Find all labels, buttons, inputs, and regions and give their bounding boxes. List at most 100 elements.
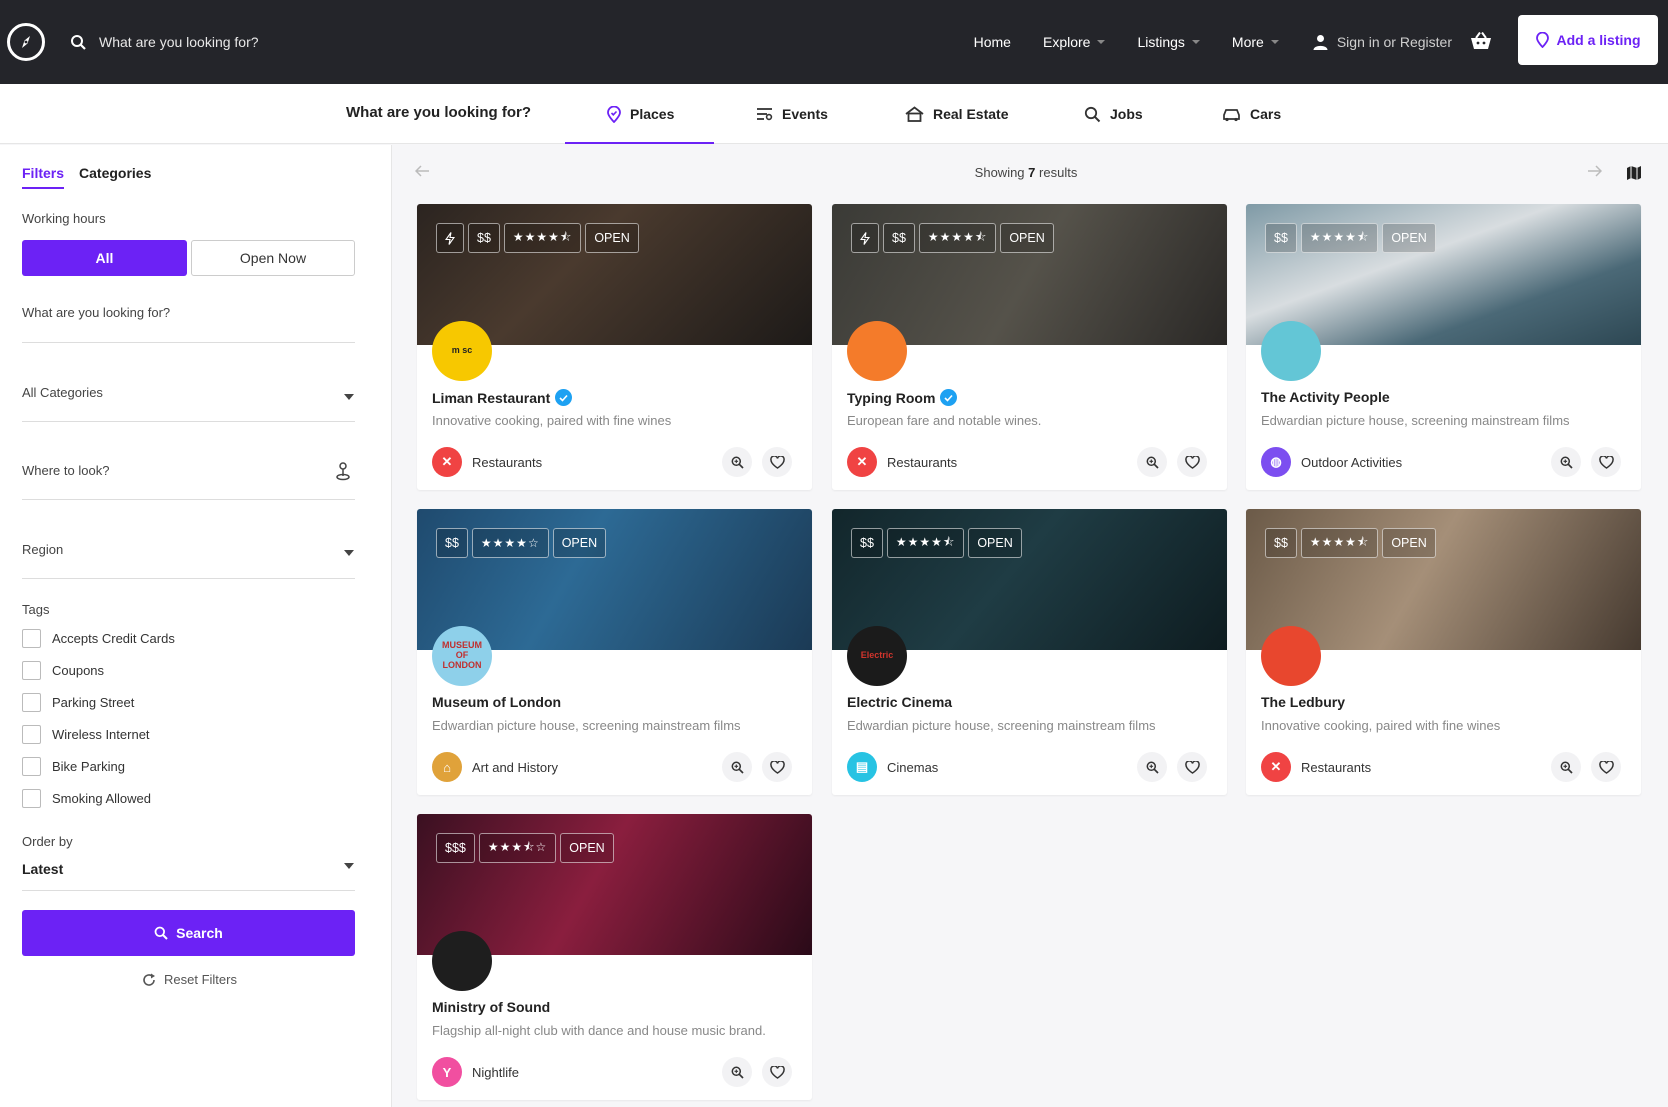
listing-card[interactable]: $$$ ★★★⯪☆ OPEN Ministry of Sound Flagshi…	[417, 814, 812, 1100]
tab-events[interactable]: Events	[756, 84, 828, 144]
bookmark-button[interactable]	[1177, 752, 1207, 782]
header-search[interactable]: What are you looking for?	[70, 34, 259, 51]
listing-logo[interactable]: MUSEUM OF LONDON	[432, 626, 492, 686]
tag-checkbox-coupons[interactable]: Coupons	[22, 661, 104, 680]
bookmark-button[interactable]	[1591, 752, 1621, 782]
listing-card[interactable]: $$ ★★★★⯪ OPEN The Activity People Edward…	[1246, 204, 1641, 490]
quick-view-button[interactable]	[1551, 752, 1581, 782]
listing-card[interactable]: $$ ★★★★⯪ OPEN Electric Electric Cinema E…	[832, 509, 1227, 795]
reset-filters-link[interactable]: Reset Filters	[142, 972, 237, 987]
tag-checkbox-accepts-credit-cards[interactable]: Accepts Credit Cards	[22, 629, 175, 648]
checkbox[interactable]	[22, 789, 41, 808]
quick-view-button[interactable]	[1551, 447, 1581, 477]
quick-view-button[interactable]	[722, 447, 752, 477]
listing-title-row[interactable]: Museum of London	[432, 694, 561, 710]
listing-title[interactable]: Ministry of Sound	[432, 999, 550, 1015]
tag-checkbox-bike-parking[interactable]: Bike Parking	[22, 757, 125, 776]
header-search-placeholder[interactable]: What are you looking for?	[99, 34, 259, 50]
quick-view-button[interactable]	[722, 752, 752, 782]
arrow-right-icon[interactable]	[1587, 165, 1602, 177]
nav-home[interactable]: Home	[974, 34, 1011, 50]
hours-all-button[interactable]: All	[22, 240, 187, 276]
listing-logo[interactable]	[432, 931, 492, 991]
listing-category[interactable]: ✕ Restaurants	[847, 447, 957, 477]
listing-category[interactable]: ✕ Restaurants	[1261, 752, 1371, 782]
tag-label: Smoking Allowed	[52, 791, 151, 806]
compass-logo-icon[interactable]	[7, 23, 45, 61]
tag-checkbox-parking-street[interactable]: Parking Street	[22, 693, 134, 712]
bookmark-button[interactable]	[762, 752, 792, 782]
quick-view-button[interactable]	[1137, 752, 1167, 782]
tag-checkbox-smoking-allowed[interactable]: Smoking Allowed	[22, 789, 151, 808]
bookmark-button[interactable]	[1177, 447, 1207, 477]
location-pin-icon[interactable]	[335, 461, 351, 481]
listing-card[interactable]: $$ ★★★★☆ OPEN MUSEUM OF LONDON Museum of…	[417, 509, 812, 795]
listing-logo[interactable]: m sc	[432, 321, 492, 381]
rating-stars: ★★★★⯪	[886, 528, 965, 558]
listing-title-row[interactable]: Typing Room	[847, 389, 958, 406]
sidebar-tab-categories[interactable]: Categories	[79, 165, 151, 189]
search-button[interactable]: Search	[22, 910, 355, 956]
listing-logo[interactable]: Electric	[847, 626, 907, 686]
nav-more-label: More	[1231, 34, 1264, 50]
listing-title-row[interactable]: The Ledbury	[1261, 694, 1345, 710]
bookmark-button[interactable]	[1591, 447, 1621, 477]
listing-title[interactable]: Electric Cinema	[847, 694, 952, 710]
order-by-select[interactable]: Latest	[22, 861, 63, 877]
bookmark-button[interactable]	[762, 1057, 792, 1087]
listing-title-row[interactable]: Electric Cinema	[847, 694, 952, 710]
tag-checkbox-wireless-internet[interactable]: Wireless Internet	[22, 725, 150, 744]
location-input[interactable]: Where to look?	[22, 463, 109, 478]
listing-category[interactable]: Y Nightlife	[432, 1057, 519, 1087]
tab-jobs[interactable]: Jobs	[1084, 84, 1143, 144]
listing-card[interactable]: $$ ★★★★⯪ OPEN The Ledbury Innovative coo…	[1246, 509, 1641, 795]
bookmark-button[interactable]	[762, 447, 792, 477]
listing-title[interactable]: The Activity People	[1261, 389, 1390, 405]
listing-category[interactable]: ⌂ Art and History	[432, 752, 558, 782]
sidebar-tab-filters[interactable]: Filters	[22, 165, 65, 189]
search-icon	[71, 34, 86, 50]
listing-title[interactable]: The Ledbury	[1261, 694, 1345, 710]
listing-card[interactable]: $$ ★★★★⯪ OPEN Typing Room European fare …	[832, 204, 1227, 490]
signin-link[interactable]: Sign in or Register	[1313, 34, 1452, 50]
listing-category[interactable]: ◍ Outdoor Activities	[1261, 447, 1402, 477]
category-select[interactable]: All Categories	[22, 385, 103, 400]
checkbox[interactable]	[22, 757, 41, 776]
listing-logo[interactable]	[1261, 626, 1321, 686]
listing-logo[interactable]	[847, 321, 907, 381]
nav-explore[interactable]: Explore	[1043, 34, 1106, 50]
caret-down-icon	[1191, 40, 1200, 44]
region-select[interactable]: Region	[22, 542, 63, 557]
order-by-label: Order by	[22, 834, 73, 849]
listing-title[interactable]: Typing Room	[847, 390, 935, 406]
quick-view-button[interactable]	[1137, 447, 1167, 477]
hours-open-now-button[interactable]: Open Now	[191, 240, 355, 276]
checkbox[interactable]	[22, 725, 41, 744]
listing-title-row[interactable]: The Activity People	[1261, 389, 1390, 405]
checkbox[interactable]	[22, 661, 41, 680]
tab-real-estate[interactable]: Real Estate	[905, 84, 1008, 144]
nav-listings[interactable]: Listings	[1137, 34, 1200, 50]
listing-logo[interactable]	[1261, 321, 1321, 381]
listing-category[interactable]: ▤ Cinemas	[847, 752, 938, 782]
listing-title-row[interactable]: Ministry of Sound	[432, 999, 550, 1015]
field-underline	[22, 890, 355, 891]
listing-category[interactable]: ✕ Restaurants	[432, 447, 542, 477]
tab-cars[interactable]: Cars	[1222, 84, 1281, 144]
checkbox[interactable]	[22, 629, 41, 648]
add-listing-button[interactable]: Add a listing	[1518, 15, 1658, 65]
checkbox[interactable]	[22, 693, 41, 712]
keyword-input[interactable]: What are you looking for?	[22, 305, 170, 320]
map-icon[interactable]	[1626, 165, 1642, 181]
nav-more[interactable]: More	[1232, 34, 1279, 50]
filters-sidebar: Filters Categories Working hours All Ope…	[0, 145, 392, 1107]
listing-title-row[interactable]: Liman Restaurant	[432, 389, 573, 406]
tab-places[interactable]: Places	[564, 84, 715, 144]
open-status-badge: OPEN	[968, 528, 1022, 558]
quick-view-button[interactable]	[722, 1057, 752, 1087]
field-underline	[22, 578, 355, 579]
cart-icon[interactable]	[1470, 31, 1492, 53]
listing-title[interactable]: Museum of London	[432, 694, 561, 710]
listing-card[interactable]: $$ ★★★★⯪ OPEN m sc Liman Restaurant Inno…	[417, 204, 812, 490]
listing-title[interactable]: Liman Restaurant	[432, 390, 550, 406]
